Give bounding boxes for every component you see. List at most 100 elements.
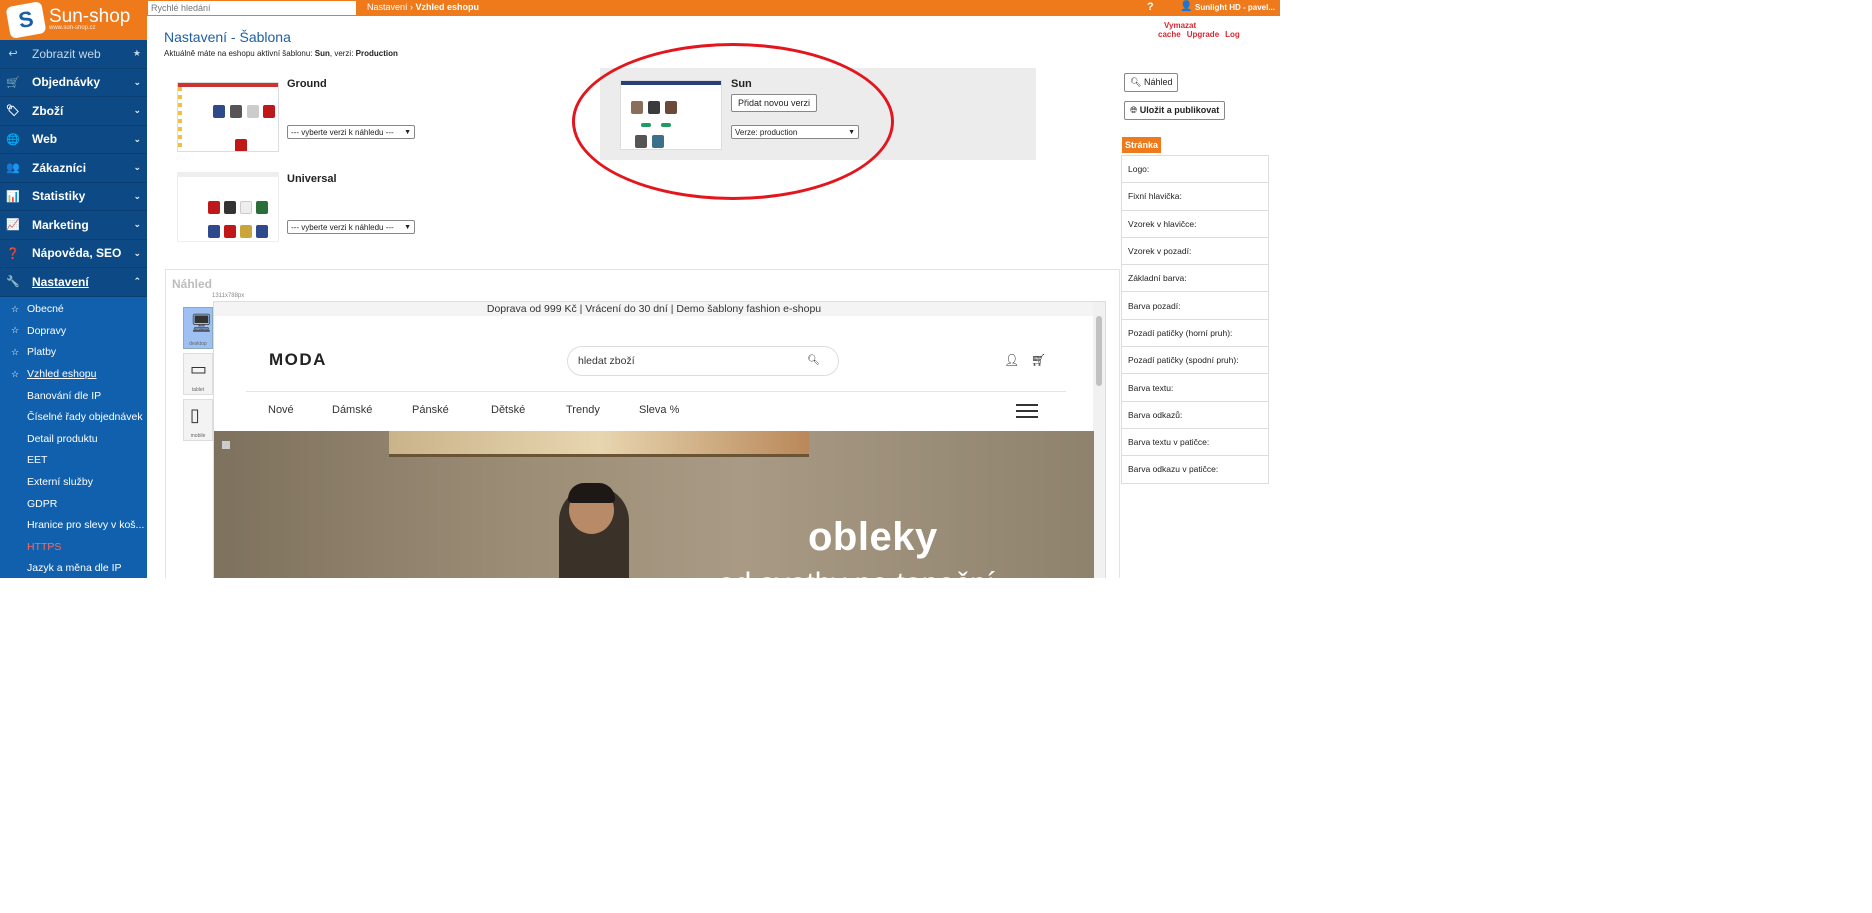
logo-icon: S: [5, 1, 47, 39]
shop-category-trendy[interactable]: Trendy: [566, 404, 600, 416]
header-links: Vymazat cache Upgrade Log: [1158, 21, 1280, 39]
hero-banner[interactable]: obleky od svatby po taneční: [214, 431, 1094, 578]
setting-header-pattern[interactable]: Vzorek v hlavičce:: [1122, 211, 1268, 238]
help-icon[interactable]: ?: [1147, 1, 1154, 13]
subnav-obecne[interactable]: ☆ Obecné: [0, 299, 147, 321]
nav-statistiky[interactable]: 📊 Statistiky ⌄: [0, 183, 147, 211]
subnav-platby[interactable]: ☆ Platby: [0, 342, 147, 364]
setting-footer-text-color[interactable]: Barva textu v patičce:: [1122, 429, 1268, 457]
device-mobile-button[interactable]: ▯ mobile: [183, 399, 213, 441]
top-bar: Nastavení › Vzhled eshopu ? 👤 Sunlight H…: [147, 0, 1280, 16]
subnav-https[interactable]: HTTPS: [0, 536, 147, 558]
hero-title: obleky: [808, 515, 938, 559]
save-publish-button[interactable]: 🌐︎ Uložit a publikovat: [1124, 101, 1226, 120]
upgrade-link[interactable]: Upgrade: [1187, 30, 1219, 39]
setting-link-color[interactable]: Barva odkazů:: [1122, 402, 1268, 429]
nav-zbozi[interactable]: 🏷 Zboží ⌄: [0, 97, 147, 126]
shop-category-damske[interactable]: Dámské: [332, 404, 372, 416]
tablet-icon: ▭: [190, 359, 208, 379]
chevron-down-icon: ⌄: [133, 105, 141, 116]
nav-label: Nápověda, SEO: [32, 246, 122, 261]
thumb-product: [208, 201, 220, 214]
subnav-label: Detail produktu: [27, 432, 98, 445]
shop-category-sleva[interactable]: Sleva %: [639, 404, 679, 416]
scrollbar-thumb[interactable]: [1096, 316, 1102, 386]
account-icon[interactable]: 👤︎: [1004, 353, 1019, 367]
setting-background-color[interactable]: Barva pozadí:: [1122, 292, 1268, 320]
hamburger-menu-icon[interactable]: [1016, 404, 1038, 419]
user-menu[interactable]: Sunlight HD - pavel...: [1195, 3, 1275, 12]
setting-logo[interactable]: Logo:: [1122, 156, 1268, 184]
subnav-ciselne-rady[interactable]: Číselné řady objednávek: [0, 406, 147, 428]
nav-zobrazit-web[interactable]: ↩ Zobrazit web ★: [0, 40, 147, 69]
subnav-jazyk-mena[interactable]: Jazyk a měna dle IP: [0, 558, 147, 578]
setting-background-pattern[interactable]: Vzorek v pozadí:: [1122, 238, 1268, 266]
subnav-label: Číselné řady objednávek: [27, 411, 143, 424]
hero-subtitle: od svatby po taneční: [718, 567, 995, 578]
subnav-eet[interactable]: EET: [0, 450, 147, 472]
preview-frame[interactable]: Doprava od 999 Kč | Vrácení do 30 dní | …: [213, 301, 1106, 578]
logout-link[interactable]: Log: [1225, 30, 1240, 39]
cart-icon[interactable]: 🛒︎: [1031, 353, 1046, 367]
ground-template-name: Ground: [287, 78, 327, 90]
universal-version-select[interactable]: --- vyberte verzi k náhledu --- ▼: [287, 220, 415, 234]
select-value: --- vyberte verzi k náhledu ---: [291, 127, 394, 137]
nav-web[interactable]: 🌐 Web ⌄: [0, 126, 147, 154]
shop-search-input[interactable]: hledat zboží 🔍︎: [567, 346, 839, 376]
shop-category-detske[interactable]: Dětské: [491, 404, 525, 416]
subnav-gdpr[interactable]: GDPR: [0, 493, 147, 515]
back-icon: ↩: [8, 48, 18, 61]
thumb-product: [256, 225, 268, 238]
subnav-detail-produktu[interactable]: Detail produktu: [0, 428, 147, 450]
setting-footer-link-color[interactable]: Barva odkazu v patičce:: [1122, 456, 1268, 484]
subnav-hranice-slevy[interactable]: Hranice pro slevy v koš...: [0, 514, 147, 536]
star-icon: ☆: [11, 346, 20, 357]
nav-napoveda-seo[interactable]: ❓ Nápověda, SEO ⌄: [0, 240, 147, 268]
question-icon: ❓: [6, 247, 20, 260]
slider-dot[interactable]: [222, 441, 230, 449]
setting-text-color[interactable]: Barva textu:: [1122, 374, 1268, 402]
subnav-label: Banování dle IP: [27, 389, 102, 402]
ground-version-select[interactable]: --- vyberte verzi k náhledu --- ▼: [287, 125, 415, 139]
shop-category-panske[interactable]: Pánské: [412, 404, 449, 416]
thumb-product: [240, 201, 252, 214]
user-icon[interactable]: 👤: [1180, 1, 1192, 12]
nav-zakaznici[interactable]: 👥 Zákazníci ⌄: [0, 154, 147, 183]
preview-scrollbar[interactable]: [1093, 302, 1105, 578]
main-nav: ↩ Zobrazit web ★ 🛒 Objednávky ⌄ 🏷 Zboží …: [0, 40, 147, 297]
chevron-down-icon: ▼: [404, 223, 411, 231]
logo[interactable]: S Sun-shop www.sun-shop.cz: [0, 0, 147, 40]
nav-label: Nastavení: [32, 274, 89, 289]
subnav-vzhled-eshopu[interactable]: ☆ Vzhled eshopu: [0, 363, 147, 385]
nav-label: Zákazníci: [32, 160, 87, 175]
universal-template-thumbnail[interactable]: [177, 172, 279, 242]
setting-footer-top-bg[interactable]: Pozadí patičky (horní pruh):: [1122, 320, 1268, 348]
search-icon: 🔍︎: [1130, 77, 1142, 87]
setting-base-color[interactable]: Základní barva:: [1122, 265, 1268, 293]
chevron-up-icon: ⌃: [133, 276, 141, 287]
thumb-product: [256, 201, 268, 214]
nav-nastaveni[interactable]: 🔧 Nastavení ⌃: [0, 268, 147, 297]
preview-button[interactable]: 🔍︎ Náhled: [1124, 73, 1179, 92]
shop-category-nove[interactable]: Nové: [268, 404, 294, 416]
subnav-banovani[interactable]: Banování dle IP: [0, 385, 147, 407]
shop-logo[interactable]: MODA: [269, 350, 327, 370]
subnav-dopravy[interactable]: ☆ Dopravy: [0, 320, 147, 342]
device-tablet-button[interactable]: ▭ tablet: [183, 353, 213, 395]
nav-marketing[interactable]: 📈 Marketing ⌄: [0, 211, 147, 240]
ground-template-thumbnail[interactable]: [177, 82, 279, 152]
quick-search-input[interactable]: [148, 1, 356, 15]
subnav-label: Jazyk a měna dle IP: [27, 562, 122, 575]
setting-footer-bottom-bg[interactable]: Pozadí patičky (spodní pruh):: [1122, 347, 1268, 375]
select-value: --- vyberte verzi k náhledu ---: [291, 222, 394, 232]
thumb-pattern: [178, 87, 182, 151]
device-desktop-button[interactable]: 🖥︎ desktop: [183, 307, 213, 349]
subnav-externi-sluzby[interactable]: Externí služby: [0, 471, 147, 493]
search-icon[interactable]: 🔍︎: [807, 347, 820, 375]
breadcrumb-parent[interactable]: Nastavení: [367, 2, 408, 12]
tab-stranka[interactable]: Stránka: [1122, 137, 1162, 153]
chevron-down-icon: ▼: [404, 128, 411, 136]
nav-objednavky[interactable]: 🛒 Objednávky ⌄: [0, 69, 147, 97]
setting-fixed-header[interactable]: Fixní hlavička:: [1122, 183, 1268, 211]
subnav-label: GDPR: [27, 497, 58, 510]
